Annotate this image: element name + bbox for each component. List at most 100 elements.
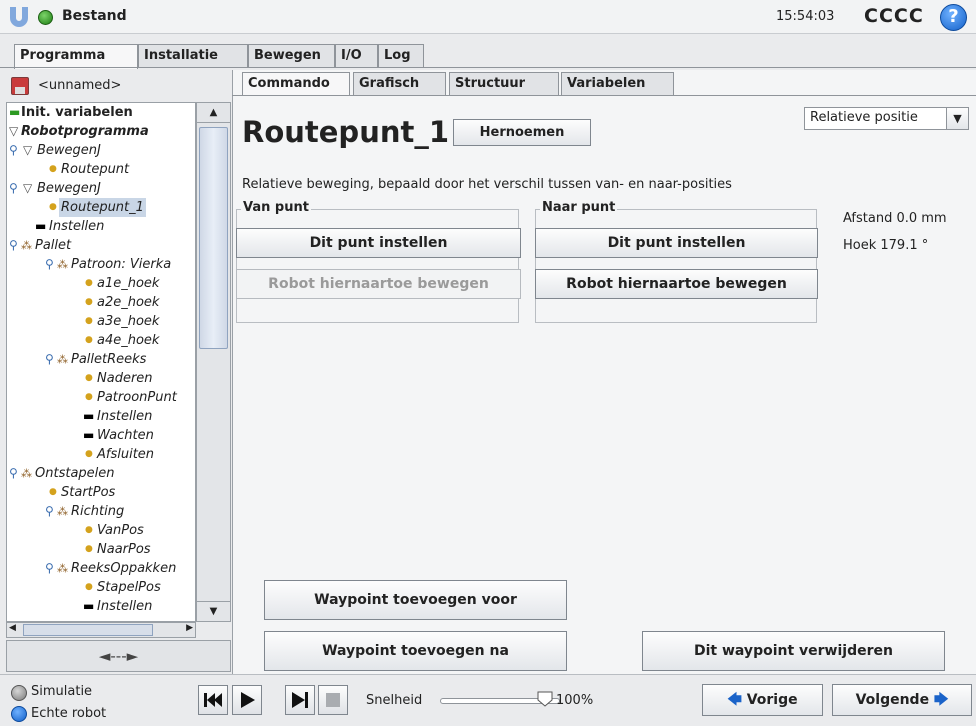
pallet-icon: ⁂ bbox=[21, 239, 32, 252]
scroll-right-arrow-icon[interactable]: ▶ bbox=[186, 623, 193, 633]
branch-icon: ⚲ bbox=[9, 466, 18, 480]
stop-icon bbox=[326, 693, 340, 707]
tab-variabelen[interactable]: Variabelen bbox=[561, 72, 674, 95]
tab-programma[interactable]: Programma bbox=[14, 44, 138, 69]
set-icon: ▬ bbox=[83, 409, 95, 423]
add-waypoint-before-button[interactable]: Waypoint toevoegen voor bbox=[264, 580, 567, 620]
wait-icon: ▬ bbox=[83, 428, 95, 442]
tree-vertical-scrollbar[interactable]: ▲ ▼ bbox=[196, 102, 231, 622]
tree-navigate-arrows[interactable]: ◄---► bbox=[6, 640, 231, 672]
pallet-icon: ⁂ bbox=[21, 467, 32, 480]
branch-icon: ⚲ bbox=[9, 238, 18, 252]
tab-installatie[interactable]: Installatie bbox=[138, 44, 248, 68]
tab-io[interactable]: I/O bbox=[335, 44, 378, 68]
sequence-icon: ⁂ bbox=[57, 562, 68, 575]
play-button[interactable] bbox=[232, 685, 262, 715]
rewind-button[interactable] bbox=[198, 685, 228, 715]
waypoint-icon: ● bbox=[85, 582, 93, 592]
from-point-group bbox=[236, 209, 519, 323]
from-point-label: Van punt bbox=[241, 200, 311, 215]
next-button[interactable]: Volgende 🡆 bbox=[832, 684, 972, 716]
tab-grafisch[interactable]: Grafisch bbox=[353, 72, 446, 95]
scrollbar-thumb[interactable] bbox=[23, 624, 153, 636]
to-point-label: Naar punt bbox=[540, 200, 618, 215]
tab-bewegen[interactable]: Bewegen bbox=[248, 44, 335, 68]
program-name: <unnamed> bbox=[38, 78, 122, 93]
speed-slider-handle-icon[interactable] bbox=[536, 690, 554, 708]
waypoint-icon: ● bbox=[85, 525, 93, 535]
waypoint-icon: ● bbox=[49, 202, 57, 212]
subtab-divider bbox=[232, 95, 976, 96]
waypoint-icon: ● bbox=[85, 392, 93, 402]
rewind-icon bbox=[204, 693, 222, 707]
expand-triangle-icon: ▽ bbox=[23, 181, 33, 195]
next-label: Volgende bbox=[855, 692, 930, 708]
help-button[interactable]: ? bbox=[940, 4, 967, 31]
scrollbar-thumb[interactable] bbox=[199, 127, 228, 349]
robot-name: CCCC bbox=[864, 5, 924, 27]
real-robot-radio[interactable] bbox=[11, 706, 27, 722]
expand-triangle-icon: ▽ bbox=[9, 124, 19, 138]
waypoint-type-value: Relatieve positie bbox=[810, 110, 918, 125]
to-set-point-button[interactable]: Dit punt instellen bbox=[535, 228, 818, 258]
arrow-right-icon: 🡆 bbox=[933, 692, 949, 708]
clock: 15:54:03 bbox=[776, 9, 835, 24]
expand-triangle-icon: ▽ bbox=[23, 143, 33, 157]
previous-button[interactable]: 🡄 Vorige bbox=[702, 684, 823, 716]
status-indicator-icon bbox=[38, 10, 53, 25]
waypoint-icon: ● bbox=[85, 297, 93, 307]
waypoint-type-select[interactable]: Relatieve positie ▼ bbox=[804, 107, 969, 130]
rename-button[interactable]: Hernoemen bbox=[453, 119, 591, 146]
stop-button[interactable] bbox=[318, 685, 348, 715]
set-icon: ▬ bbox=[35, 219, 47, 233]
previous-label: Vorige bbox=[746, 692, 798, 708]
branch-icon: ⚲ bbox=[9, 143, 18, 157]
angle-readout: Hoek 179.1 ° bbox=[843, 238, 929, 253]
sequence-icon: ⁂ bbox=[57, 353, 68, 366]
branch-icon: ⚲ bbox=[45, 352, 54, 366]
simulation-label: Simulatie bbox=[31, 684, 93, 699]
program-tree[interactable]: ▬ Init. variabelen ▽ Robotprogramma ⚲ ▽ Bewe… bbox=[6, 102, 196, 622]
init-icon: ▬ bbox=[9, 105, 21, 119]
speed-value: 100% bbox=[556, 693, 594, 708]
tab-commando[interactable]: Commando bbox=[242, 72, 350, 96]
direction-icon: ⁂ bbox=[57, 505, 68, 518]
ur-logo-icon bbox=[10, 7, 28, 27]
delete-waypoint-button[interactable]: Dit waypoint verwijderen bbox=[642, 631, 945, 671]
speed-label: Snelheid bbox=[366, 693, 423, 708]
to-point-group bbox=[535, 209, 817, 323]
simulation-radio[interactable] bbox=[11, 685, 27, 701]
add-waypoint-after-button[interactable]: Waypoint toevoegen na bbox=[264, 631, 567, 671]
arrow-left-icon: 🡄 bbox=[727, 692, 742, 708]
save-icon[interactable] bbox=[11, 77, 29, 95]
waypoint-icon: ● bbox=[49, 487, 57, 497]
pattern-icon: ⁂ bbox=[57, 258, 68, 271]
waypoint-title: Routepunt_1 bbox=[242, 115, 450, 149]
from-move-robot-button[interactable]: Robot hiernaartoe bewegen bbox=[236, 269, 521, 299]
waypoint-icon: ● bbox=[85, 373, 93, 383]
description-text: Relatieve beweging, bepaald door het ver… bbox=[242, 177, 732, 192]
waypoint-icon: ● bbox=[49, 164, 57, 174]
scroll-up-arrow-icon[interactable]: ▲ bbox=[197, 103, 230, 123]
real-robot-label: Echte robot bbox=[31, 706, 107, 721]
scroll-left-arrow-icon[interactable]: ◀ bbox=[9, 623, 16, 633]
waypoint-icon: ● bbox=[85, 449, 93, 459]
branch-icon: ⚲ bbox=[45, 561, 54, 575]
waypoint-icon: ● bbox=[85, 278, 93, 288]
tab-structuur[interactable]: Structuur bbox=[449, 72, 559, 95]
to-move-robot-button[interactable]: Robot hiernaartoe bewegen bbox=[535, 269, 818, 299]
play-icon bbox=[241, 692, 255, 708]
from-set-point-button[interactable]: Dit punt instellen bbox=[236, 228, 521, 258]
tab-log[interactable]: Log bbox=[378, 44, 424, 68]
tree-horizontal-scrollbar[interactable]: ◀ ▶ bbox=[6, 622, 196, 638]
branch-icon: ⚲ bbox=[45, 257, 54, 271]
branch-icon: ⚲ bbox=[9, 181, 18, 195]
step-button[interactable] bbox=[285, 685, 315, 715]
set-icon: ▬ bbox=[83, 599, 95, 613]
waypoint-icon: ● bbox=[85, 335, 93, 345]
step-icon bbox=[292, 692, 308, 708]
branch-icon: ⚲ bbox=[45, 504, 54, 518]
dropdown-arrow-icon[interactable]: ▼ bbox=[946, 108, 968, 129]
scroll-down-arrow-icon[interactable]: ▼ bbox=[197, 601, 230, 621]
file-menu[interactable]: Bestand bbox=[62, 8, 127, 24]
